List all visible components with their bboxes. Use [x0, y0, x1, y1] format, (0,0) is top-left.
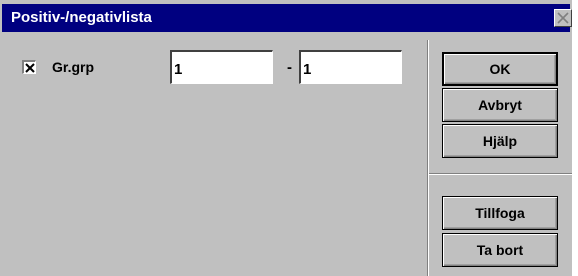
ok-button[interactable]: OK: [442, 52, 558, 86]
from-field[interactable]: [170, 50, 273, 84]
help-button[interactable]: Hjälp: [442, 124, 558, 158]
close-button[interactable]: [554, 9, 572, 27]
remove-button[interactable]: Ta bort: [442, 233, 558, 267]
window-title: Positiv-/negativlista: [11, 9, 152, 26]
dialog-window: Positiv-/negativlista Gr.grp - OK Avbryt…: [0, 0, 572, 276]
to-field[interactable]: [299, 50, 402, 84]
horizontal-divider: [429, 173, 572, 175]
gr-grp-checkbox[interactable]: [22, 60, 36, 74]
close-icon: [557, 12, 569, 24]
add-button[interactable]: Tillfoga: [442, 196, 558, 230]
from-input[interactable]: [172, 52, 272, 83]
cancel-button[interactable]: Avbryt: [442, 88, 558, 122]
range-separator: -: [287, 59, 292, 76]
gr-grp-label: Gr.grp: [52, 59, 95, 75]
title-bar[interactable]: Positiv-/negativlista: [2, 4, 570, 32]
checkmark-icon: [25, 63, 35, 73]
vertical-divider: [427, 40, 429, 276]
to-input[interactable]: [301, 52, 401, 83]
